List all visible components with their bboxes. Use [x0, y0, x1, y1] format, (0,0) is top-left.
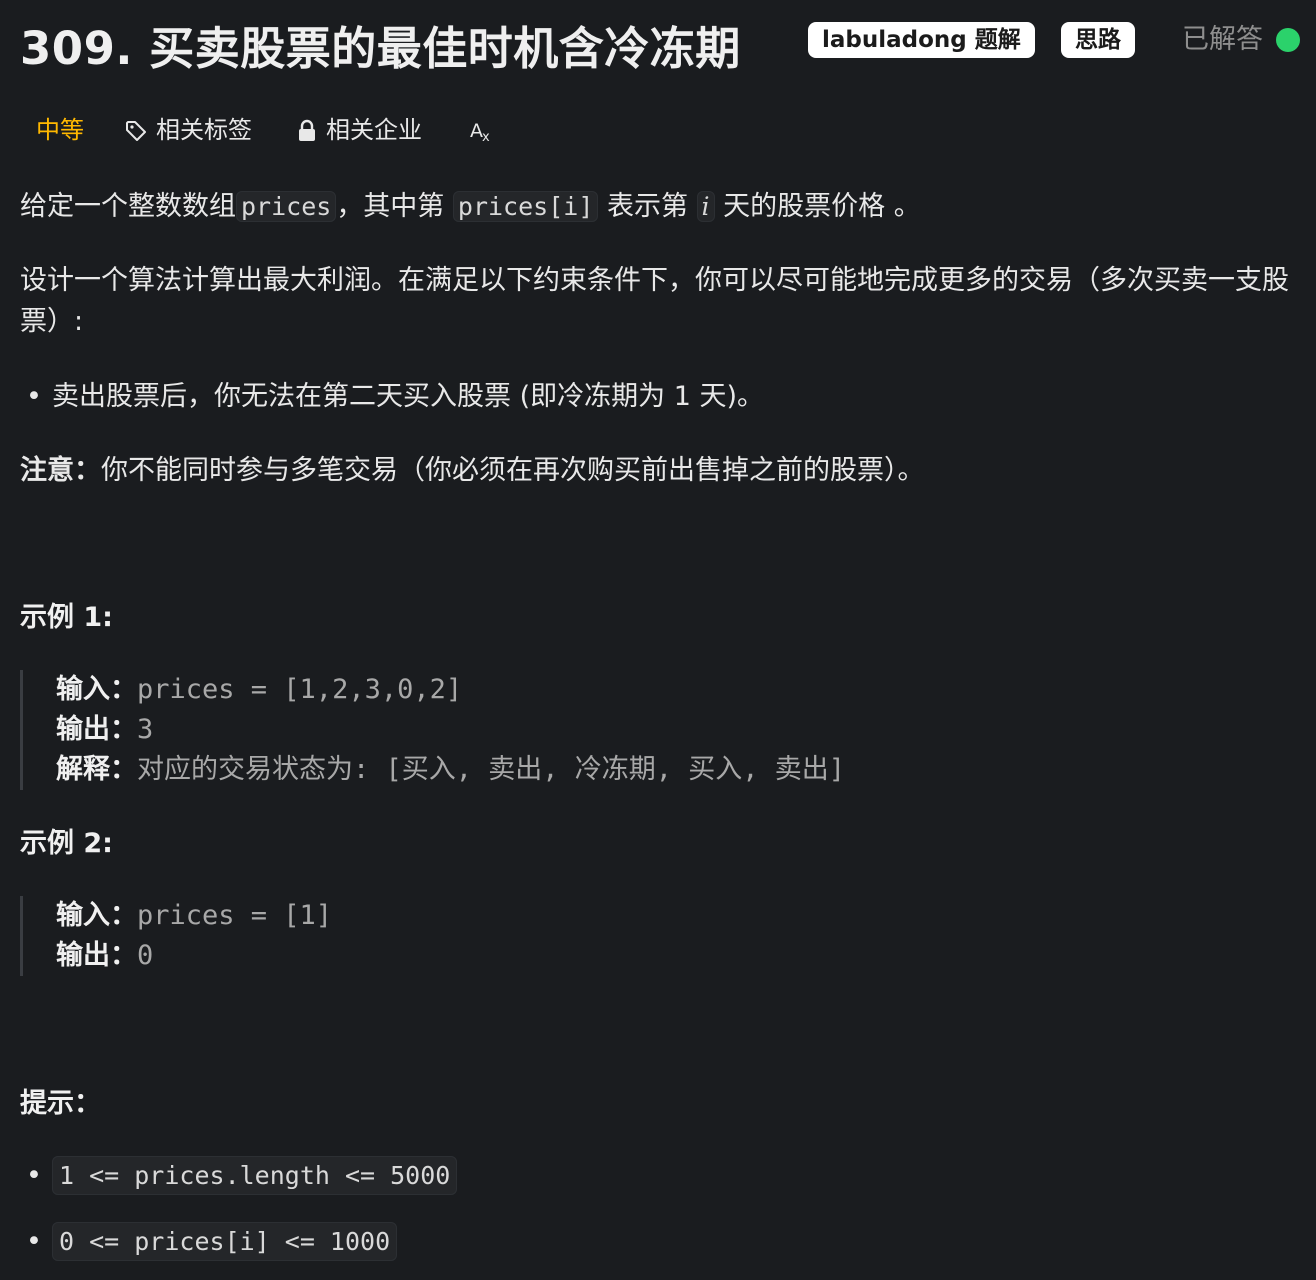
translate-icon: A x	[470, 120, 490, 145]
inline-code-prices-i: prices[i]	[452, 191, 599, 222]
idea-button[interactable]: 思路	[1061, 22, 1135, 58]
note-label: 注意：	[20, 455, 101, 486]
description-paragraph-2: 设计一个算法计算出最大利润。在满足以下约束条件下，你可以尽可能地完成更多的交易（…	[20, 265, 1289, 337]
output-value: 0	[137, 940, 154, 971]
note-text: 你不能同时参与多笔交易（你必须在再次购买前出售掉之前的股票）。	[101, 455, 925, 486]
hint-item: • 0 <= prices[i] <= 1000	[20, 1222, 398, 1261]
bullet-dot: •	[26, 1226, 42, 1257]
desc-text: 天的股票价格 。	[714, 191, 921, 222]
related-companies-button[interactable]: 相关企业	[296, 112, 422, 148]
output-label: 输出：	[56, 940, 137, 971]
input-label: 输入：	[56, 674, 137, 705]
lock-icon	[299, 119, 315, 141]
svg-text:x: x	[482, 130, 490, 145]
tag-icon	[126, 121, 146, 141]
constraint-bullet: • 卖出股票后，你无法在第二天买入股票 (即冷冻期为 1 天)。	[20, 376, 1292, 417]
related-tags-button[interactable]: 相关标签	[124, 112, 252, 148]
explanation-value: 对应的交易状态为: [买入, 卖出, 冷冻期, 买入, 卖出]	[137, 754, 846, 785]
desc-text: 表示第	[598, 191, 697, 222]
output-label: 输出：	[56, 714, 137, 745]
hint-code: 1 <= prices.length <= 5000	[52, 1156, 458, 1195]
inline-var-i: i	[696, 191, 715, 222]
hint-code: 0 <= prices[i] <= 1000	[52, 1222, 398, 1261]
explanation-label: 解释：	[56, 754, 137, 785]
example-2-heading: 示例 2:	[20, 828, 113, 859]
related-tags-label: 相关标签	[156, 116, 252, 144]
output-value: 3	[137, 714, 154, 745]
solved-status-label: 已解答	[1182, 24, 1263, 55]
difficulty-badge[interactable]: 中等	[36, 112, 84, 148]
input-value: prices = [1]	[137, 900, 333, 931]
example-2-block: 输入：prices = [1] 输出：0	[20, 896, 920, 976]
description-paragraph-1: 给定一个整数数组 prices ，其中第 prices[i] 表示第 i 天的股票价…	[20, 186, 1292, 227]
problem-title: 309. 买卖股票的最佳时机含冷冻期	[20, 22, 741, 75]
bullet-dot: •	[26, 1160, 42, 1191]
hint-item: • 1 <= prices.length <= 5000	[20, 1156, 458, 1195]
input-label: 输入：	[56, 900, 137, 931]
inline-code-prices: prices	[236, 191, 337, 222]
labuladong-solution-button[interactable]: labuladong 题解	[808, 22, 1035, 58]
tag-row: 中等 相关标签 相关企业 A x	[20, 112, 1316, 148]
hints-heading: 提示：	[20, 1088, 101, 1119]
solved-status-dot	[1276, 28, 1300, 52]
bullet-text: 卖出股票后，你无法在第二天买入股票 (即冷冻期为 1 天)。	[52, 381, 764, 412]
input-value: prices = [1,2,3,0,2]	[137, 674, 463, 705]
related-companies-label: 相关企业	[326, 116, 422, 144]
example-1-heading: 示例 1:	[20, 602, 113, 633]
translate-button[interactable]: A x	[468, 112, 504, 148]
desc-text: 给定一个整数数组	[20, 191, 236, 222]
note-paragraph: 注意：你不能同时参与多笔交易（你必须在再次购买前出售掉之前的股票）。	[20, 450, 1292, 491]
bullet-dot: •	[26, 381, 42, 412]
example-1-block: 输入：prices = [1,2,3,0,2] 输出：3 解释：对应的交易状态为…	[20, 670, 920, 790]
desc-text: ，其中第	[336, 191, 453, 222]
